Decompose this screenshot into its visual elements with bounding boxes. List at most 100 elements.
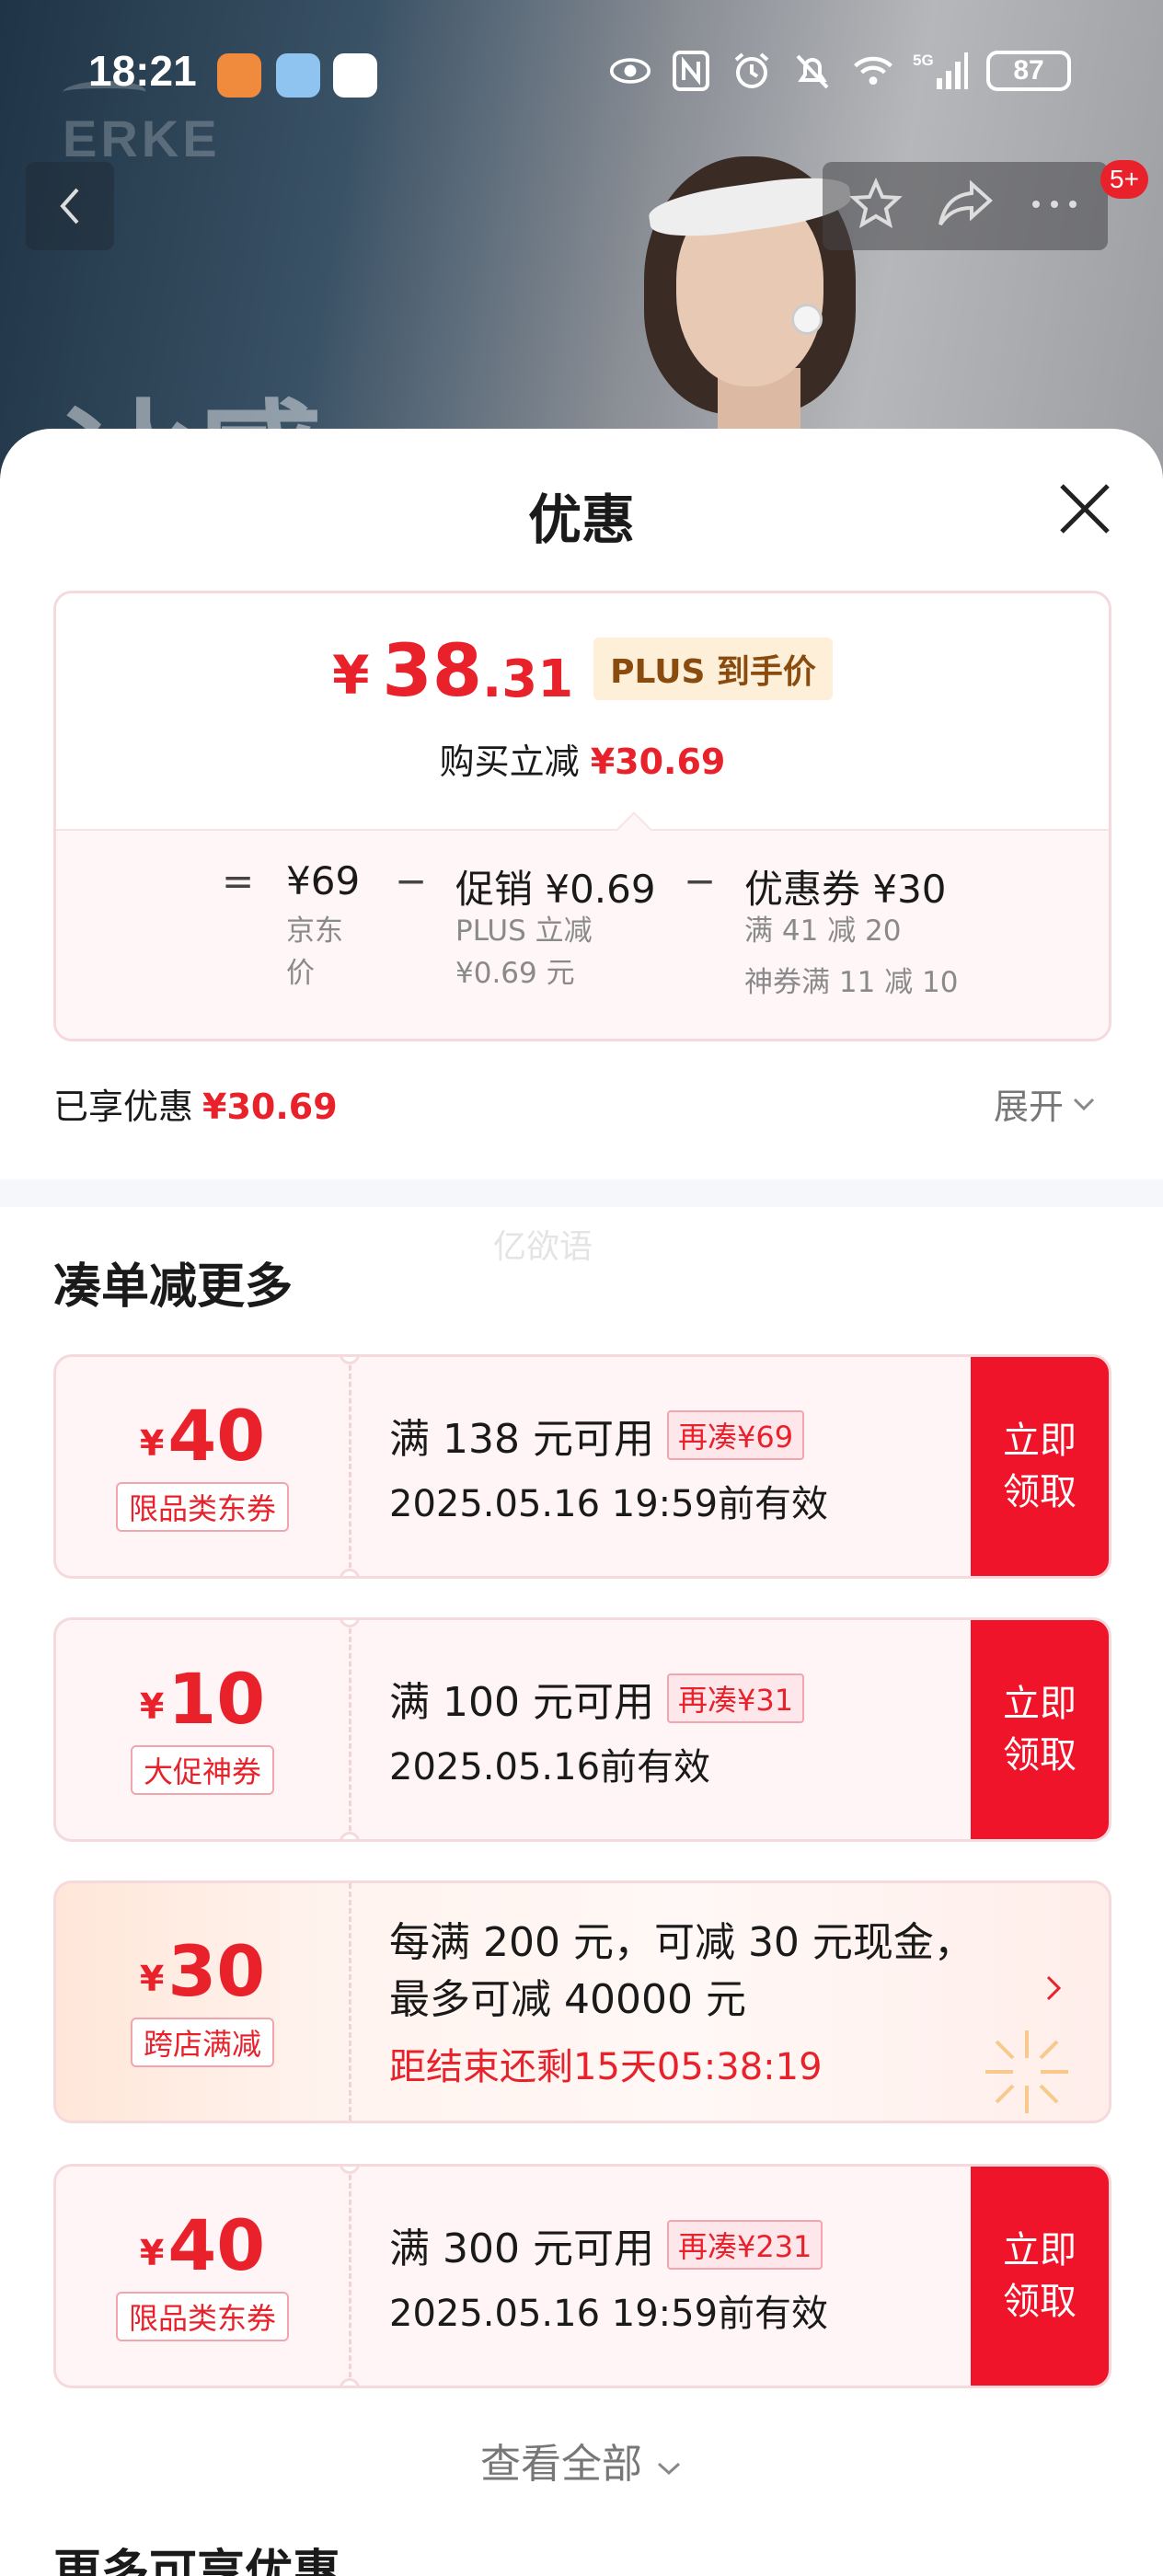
chevron-right-icon — [1046, 1975, 1062, 2001]
jd-price-label-2: 价 — [286, 957, 315, 990]
coupon-amount: 优惠券 ¥30 — [744, 867, 947, 912]
price-summary-card: ¥ 38 .31 PLUS 到手价 购买立减 ¥30.69 = ¥69 京东 价… — [53, 591, 1111, 1041]
reduce-summary: 购买立减 ¥30.69 — [56, 733, 1109, 784]
view-all-button[interactable]: 查看全部 — [0, 2431, 1163, 2490]
view-all-label: 查看全部 — [480, 2441, 642, 2488]
promo-value: ¥0.69 元 — [455, 957, 575, 990]
coupon-amount: 30 — [167, 1930, 266, 2012]
chevron-down-icon — [657, 2462, 681, 2476]
close-icon — [1060, 484, 1110, 534]
price-breakdown: = ¥69 京东 价 − 促销 ¥0.69 PLUS 立减 ¥0.69 元 − … — [56, 811, 1109, 1039]
coupon-validity: 2025.05.16 19:59前有效 — [389, 1483, 829, 1525]
section-divider — [0, 1179, 1163, 1207]
claim-label-1: 立即 — [1003, 2229, 1077, 2271]
promo-rule-line-1: 每满 200 元，可减 30 元现金， — [389, 1919, 974, 1966]
add-more-badge: 再凑¥231 — [666, 2220, 823, 2270]
back-button[interactable] — [26, 162, 114, 250]
add-more-badge: 再凑¥69 — [666, 1410, 805, 1460]
promo-amount: 促销 ¥0.69 — [455, 867, 656, 912]
coupon-type-tag: 大促神券 — [130, 1745, 274, 1795]
svg-text:5G: 5G — [913, 52, 934, 69]
coupon-condition: 满 300 元可用 — [389, 2225, 654, 2272]
message-count-badge: 5+ — [1100, 160, 1148, 199]
sheet-title: 优惠 — [527, 489, 635, 551]
claim-coupon-button[interactable]: 立即 领取 — [971, 1620, 1109, 1839]
weather-app-icon — [276, 53, 320, 98]
coupon-value: ¥ 40 — [140, 2211, 265, 2281]
coupon-card: ¥ 40 限品类东券 满 138 元可用 再凑¥69 2025.05.16 19… — [53, 1354, 1111, 1579]
final-price: ¥ 38 .31 PLUS 到手价 — [56, 636, 1109, 707]
close-button[interactable] — [1054, 478, 1115, 539]
share-button[interactable] — [937, 178, 994, 234]
cross-store-promo-card[interactable]: ¥ 30 跨店满减 每满 200 元，可减 30 元现金， 最多可减 40000… — [53, 1880, 1111, 2123]
price-decimal: .31 — [481, 650, 574, 709]
expand-label: 展开 — [994, 1087, 1065, 1127]
coupon-type-tag: 限品类东券 — [115, 2292, 289, 2341]
coupon-rule-2: 神券满 11 减 10 — [744, 966, 959, 999]
claim-label-2: 领取 — [1003, 2281, 1077, 2323]
coupon-card: ¥ 10 大促神券 满 100 元可用 再凑¥31 2025.05.16前有效 … — [53, 1617, 1111, 1842]
minus-sign: − — [684, 858, 717, 903]
reduce-label: 购买立减 — [439, 742, 580, 782]
coupon-currency: ¥ — [139, 1686, 165, 1727]
add-more-badge: 再凑¥31 — [666, 1673, 805, 1723]
section-title: 凑单减更多 — [53, 1259, 294, 1315]
wifi-icon — [852, 50, 894, 92]
alarm-icon — [731, 50, 773, 92]
coupon-type-tag: 跨店满减 — [130, 2018, 274, 2067]
claim-label-2: 领取 — [1003, 1734, 1077, 1777]
sparkle-decoration-icon — [985, 2030, 1068, 2113]
equals-sign: = — [222, 858, 255, 903]
enjoyed-value: ¥30.69 — [202, 1087, 338, 1127]
minus-sign: − — [395, 858, 428, 903]
promo-label: PLUS 立减 — [455, 914, 593, 948]
chevron-down-icon — [1073, 1098, 1095, 1110]
eye-icon — [609, 50, 651, 92]
brand-logo: ERKE — [63, 109, 221, 167]
chevron-left-icon — [60, 188, 79, 224]
coupon-card: ¥ 40 限品类东券 满 300 元可用 再凑¥231 2025.05.16 1… — [53, 2164, 1111, 2388]
coupon-condition: 满 100 元可用 — [389, 1679, 654, 1726]
coupon-rule-1: 满 41 减 20 — [744, 914, 902, 948]
coupon-value: ¥ 10 — [140, 1664, 265, 1734]
coupon-type-tag: 限品类东券 — [115, 1482, 289, 1532]
star-icon — [849, 178, 903, 229]
coupon-validity: 2025.05.16前有效 — [389, 1746, 711, 1788]
share-icon — [938, 179, 993, 226]
coupon-currency: ¥ — [139, 2233, 165, 2273]
watermark: 亿欲语 — [493, 1228, 593, 1266]
enjoyed-label: 已享优惠 — [53, 1087, 194, 1127]
claim-coupon-button[interactable]: 立即 领取 — [971, 1357, 1109, 1576]
coupon-amount: 10 — [167, 1658, 266, 1740]
coupon-amount: 40 — [167, 1395, 266, 1477]
coupon-amount: 40 — [167, 2204, 266, 2286]
enjoyed-discount: 已享优惠 ¥30.69 — [53, 1078, 338, 1129]
notification-app-icon — [217, 53, 261, 98]
status-bar: 18:21 5G 87 — [0, 37, 1163, 110]
jd-price: ¥69 — [286, 858, 361, 903]
claim-coupon-button[interactable]: 立即 领取 — [971, 2167, 1109, 2386]
expand-toggle[interactable]: 展开 — [994, 1078, 1097, 1129]
promo-countdown: 距结束还剩15天05:38:19 — [389, 2046, 823, 2088]
nfc-icon — [670, 50, 712, 92]
more-button[interactable] — [1027, 195, 1082, 217]
more-discounts-title: 更多可享优惠 — [53, 2546, 341, 2576]
claim-label-1: 立即 — [1003, 1420, 1077, 1462]
coupon-condition: 满 138 元可用 — [389, 1416, 654, 1463]
price-integer: 38 — [382, 630, 482, 713]
coupon-validity: 2025.05.16 19:59前有效 — [389, 2293, 829, 2335]
claim-label-1: 立即 — [1003, 1683, 1077, 1725]
more-dots-icon — [1032, 201, 1077, 208]
promo-rule-line-2: 最多可减 40000 元 — [389, 1976, 746, 2023]
signal-5g-icon: 5G — [913, 50, 968, 92]
reduce-value: ¥30.69 — [590, 742, 726, 782]
status-time: 18:21 — [88, 47, 197, 95]
coupon-value: ¥ 40 — [140, 1401, 265, 1471]
battery-indicator: 87 — [986, 51, 1071, 91]
coupon-currency: ¥ — [139, 1959, 165, 1999]
top-action-group — [823, 162, 1108, 250]
jd-price-label-1: 京东 — [286, 914, 343, 948]
discount-sheet: 优惠 ¥ 38 .31 PLUS 到手价 购买立减 ¥30.69 = ¥69 京… — [0, 429, 1163, 2576]
favorite-button[interactable] — [848, 177, 904, 236]
coupon-value: ¥ 30 — [140, 1937, 265, 2007]
